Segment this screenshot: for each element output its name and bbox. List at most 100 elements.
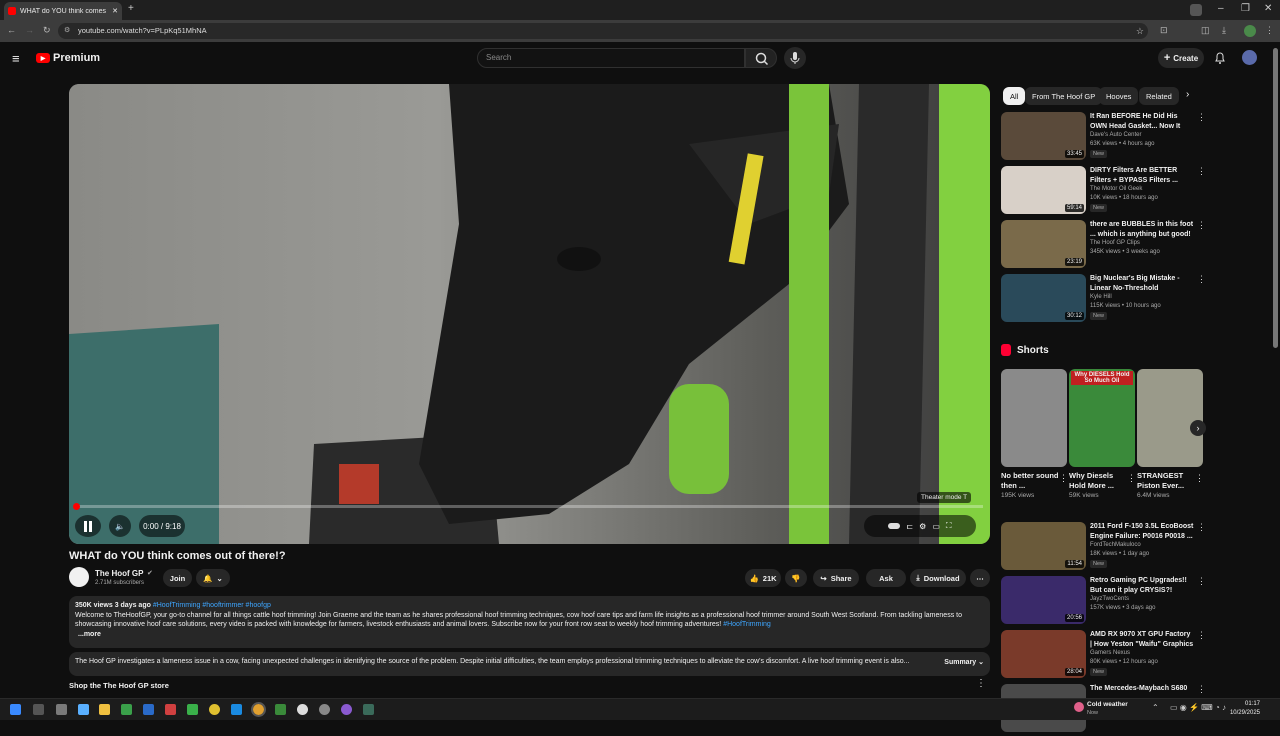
autoplay-toggle[interactable]	[888, 523, 901, 529]
forward-icon[interactable]: →	[25, 25, 34, 35]
app-icon[interactable]	[165, 704, 176, 715]
pause-button[interactable]	[75, 515, 101, 537]
chevron-right-icon[interactable]: ›	[1186, 89, 1189, 100]
more-options-icon[interactable]: ⋮	[1197, 522, 1206, 533]
volume-button[interactable]: 🔈	[109, 515, 131, 537]
channel-name[interactable]: The Hoof GP	[95, 569, 143, 578]
video-thumbnail[interactable]: 33:45	[1001, 112, 1086, 160]
file-explorer-icon[interactable]	[99, 704, 110, 715]
video-title[interactable]: there are BUBBLES in this foot ... which…	[1090, 220, 1194, 239]
video-thumbnail[interactable]: 11:54	[1001, 522, 1086, 570]
xbox-icon[interactable]	[121, 704, 132, 715]
channel-name[interactable]: Kyle Hill	[1090, 294, 1112, 300]
shop-more-icon[interactable]: ⋮	[976, 678, 986, 689]
recommended-video[interactable]: 33:45 It Ran BEFORE He Did His OWN Head G…	[1001, 112, 1211, 164]
search-button[interactable]	[745, 48, 777, 68]
sidebar-icon[interactable]: ◫	[1201, 25, 1210, 36]
clock-time[interactable]: 01:17	[1240, 701, 1260, 707]
reload-icon[interactable]: ↻	[43, 25, 51, 36]
more-options-icon[interactable]: ⋮	[1197, 684, 1206, 695]
captions-icon[interactable]: ⊏	[906, 522, 913, 531]
short-thumbnail[interactable]	[1001, 369, 1067, 467]
more-options-icon[interactable]: ⋮	[1197, 220, 1206, 231]
scrubber-handle[interactable]	[73, 503, 80, 510]
short-title[interactable]: No better sound then ...	[1001, 471, 1059, 491]
recommended-video[interactable]: 11:54 2011 Ford F-150 3.5L EcoBoost Engin…	[1001, 522, 1211, 574]
recommended-video[interactable]: 20:56 Retro Gaming PC Upgrades!! But can …	[1001, 576, 1211, 628]
more-options-icon[interactable]: ⋮	[1197, 274, 1206, 285]
start-icon[interactable]	[10, 704, 21, 715]
scrollbar-thumb[interactable]	[1273, 48, 1278, 348]
summary-toggle[interactable]: Summary ⌄	[944, 658, 984, 670]
github-icon[interactable]	[319, 704, 330, 715]
download-icon[interactable]: ⤓	[1222, 25, 1226, 36]
clock-date[interactable]: 10/29/2025	[1226, 710, 1260, 716]
more-options-icon[interactable]: ⋮	[1197, 630, 1206, 641]
bell-icon[interactable]	[1213, 51, 1227, 65]
share-button[interactable]: ↪ Share	[813, 569, 859, 587]
more-options-icon[interactable]: ⋮	[1197, 166, 1206, 177]
settings-gear-icon[interactable]: ⚙	[919, 522, 926, 531]
youtube-logo[interactable]: ▶ Premium	[36, 52, 100, 64]
new-tab-button[interactable]: +	[128, 3, 134, 14]
app2-icon[interactable]	[209, 704, 220, 715]
video-thumbnail[interactable]: 59:14	[1001, 166, 1086, 214]
recommended-video[interactable]: 30:12 Big Nuclear's Big Mistake - Linear …	[1001, 274, 1211, 326]
weather-text[interactable]: Cold weather	[1087, 701, 1128, 708]
chip-related[interactable]: Related	[1139, 87, 1179, 105]
join-button[interactable]: Join	[163, 569, 192, 587]
chip-from-channel[interactable]: From The Hoof GP	[1025, 87, 1103, 105]
mic-button[interactable]	[784, 47, 806, 69]
close-tab-icon[interactable]: ✕	[112, 7, 118, 15]
taskview-icon[interactable]	[33, 704, 44, 715]
fullscreen-icon[interactable]: ⛶	[946, 521, 952, 531]
video-title[interactable]: Big Nuclear's Big Mistake - Linear No-Th…	[1090, 274, 1194, 293]
video-title[interactable]: Retro Gaming PC Upgrades!! But can it pl…	[1090, 576, 1194, 595]
scrollbar[interactable]	[1271, 44, 1280, 698]
chip-hooves[interactable]: Hooves	[1099, 87, 1139, 105]
more-options-icon[interactable]: ⋮	[1197, 112, 1206, 123]
video-thumbnail[interactable]: 30:12	[1001, 274, 1086, 322]
minimize-button[interactable]: –	[1218, 3, 1224, 14]
more-options-icon[interactable]: ⋮	[1195, 473, 1204, 484]
widgets-icon[interactable]	[56, 704, 67, 715]
bookmark-star-icon[interactable]: ☆	[1136, 23, 1144, 39]
more-link[interactable]: ...more	[78, 630, 984, 640]
more-options-icon[interactable]: ⋮	[1197, 576, 1206, 587]
ask-button[interactable]: Ask	[866, 569, 906, 587]
video-title[interactable]: The Mercedes-Maybach S680	[1090, 684, 1194, 694]
browser-menu-icon[interactable]: ⋮	[1265, 25, 1274, 36]
theater-mode-icon[interactable]: ▭	[932, 522, 940, 531]
channel-name[interactable]: Dave's Auto Center	[1090, 132, 1142, 138]
browser-tab[interactable]: WHAT do YOU think comes out of there!? ✕	[4, 2, 122, 20]
close-window-button[interactable]: ✕	[1264, 3, 1272, 14]
video-title[interactable]: 2011 Ford F-150 3.5L EcoBoost Engine Fai…	[1090, 522, 1194, 541]
play-icon[interactable]	[275, 704, 286, 715]
video-thumbnail[interactable]: 28:04	[1001, 630, 1086, 678]
video-title[interactable]: It Ran BEFORE He Did His OWN Head Gasket…	[1090, 112, 1194, 132]
more-options-icon[interactable]: ⋮	[1127, 473, 1136, 484]
profile-avatar[interactable]	[1244, 25, 1256, 37]
chip-all[interactable]: All	[1003, 87, 1026, 105]
channel-avatar[interactable]	[69, 567, 89, 587]
summary-box[interactable]: The Hoof GP investigates a lameness issu…	[69, 652, 990, 676]
recommended-video[interactable]: 59:14 DIRTY Filters Are BETTER Filters + …	[1001, 166, 1211, 218]
channel-name[interactable]: The Hoof GP Clips	[1090, 240, 1140, 246]
short-item[interactable]: No better sound then ... 195K views ⋮	[1001, 369, 1068, 499]
extensions-icon[interactable]	[1190, 4, 1202, 16]
site-info-icon[interactable]: ⚙	[64, 23, 70, 39]
channel-name[interactable]: JayzTwoCents	[1090, 596, 1129, 602]
search-input[interactable]: Search	[477, 48, 745, 68]
short-title[interactable]: STRANGEST Piston Ever...	[1137, 471, 1195, 491]
short-thumbnail[interactable]	[1137, 369, 1203, 467]
channel-name[interactable]: FordTechMakuloco	[1090, 542, 1141, 548]
video-thumbnail[interactable]: 20:56	[1001, 576, 1086, 624]
url-field[interactable]: ⚙ youtube.com/watch?v=PLpKq51MhNA ☆	[58, 23, 1148, 39]
shorts-next-icon[interactable]: ›	[1190, 420, 1206, 436]
video-thumbnail[interactable]: 23:19	[1001, 220, 1086, 268]
video-player[interactable]: Theater mode T 🔈 0:00 / 9:18 ⊏ ⚙ ▭ ⛶	[69, 84, 990, 544]
create-button[interactable]: + Create	[1158, 48, 1204, 68]
tray-icons[interactable]: ▭ ◉ ⚡ ⌨ ◔ ♪	[1170, 703, 1226, 712]
like-button[interactable]: 👍 21K	[745, 569, 781, 587]
channel-name[interactable]: The Motor Oil Geek	[1090, 186, 1142, 192]
